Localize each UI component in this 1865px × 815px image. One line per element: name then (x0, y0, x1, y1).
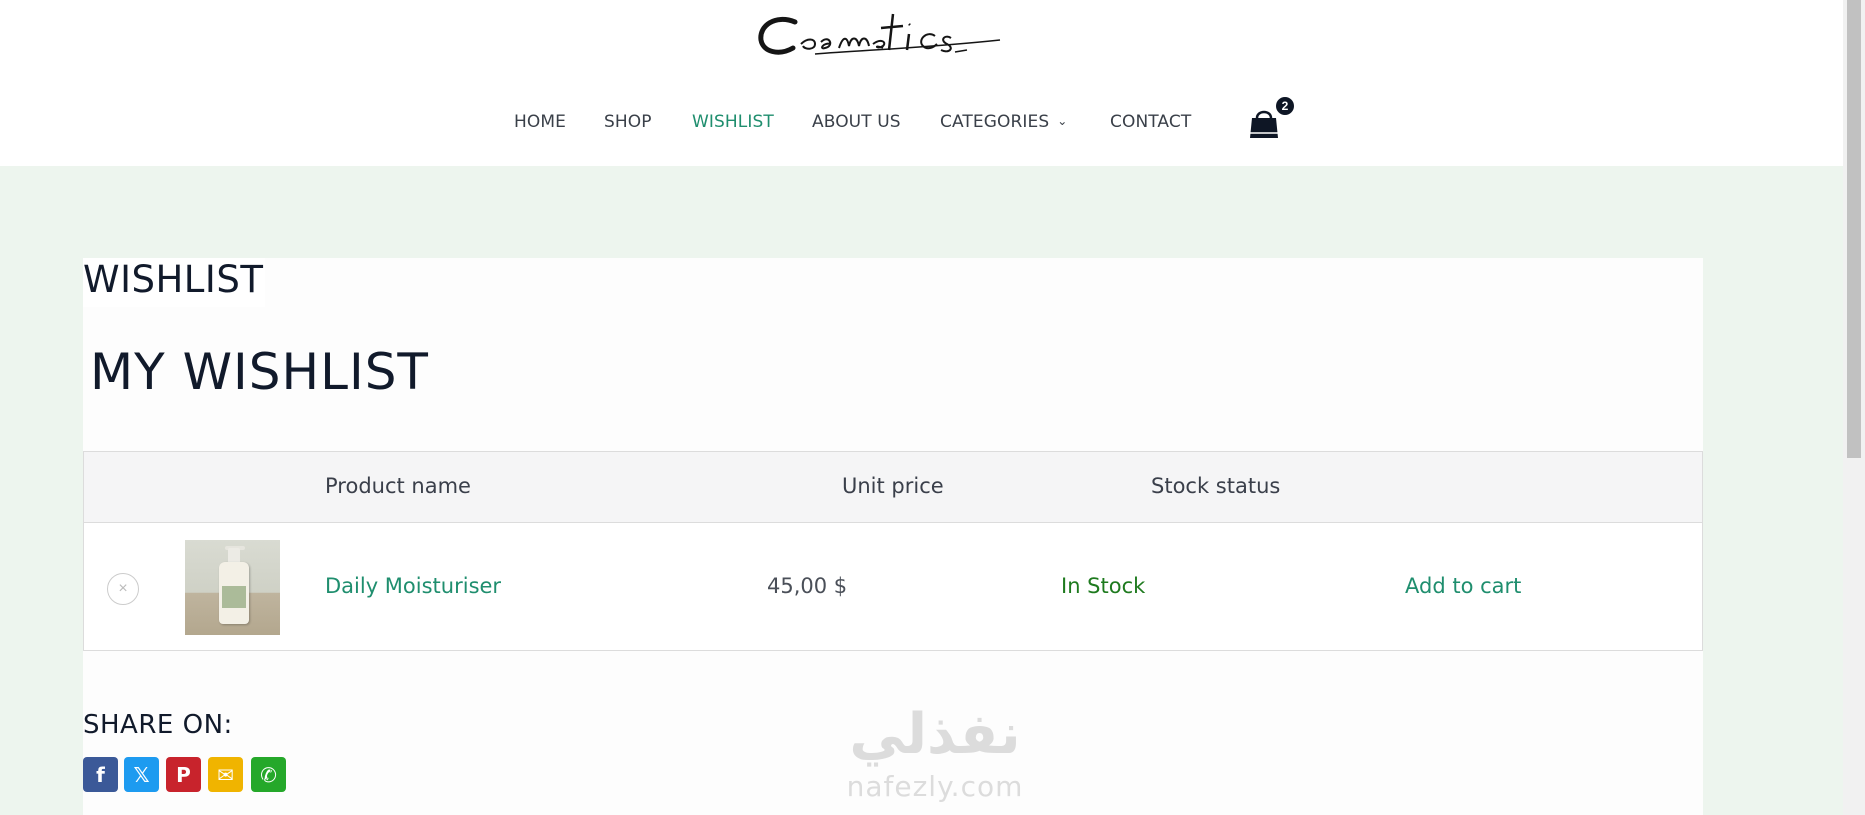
share-whatsapp-button[interactable]: ✆ (251, 757, 286, 792)
chevron-down-icon: ⌄ (1057, 114, 1068, 128)
remove-item-button[interactable]: × (107, 573, 139, 605)
main-navigation: HOME SHOP WISHLIST ABOUT US CATEGORIES ⌄ … (0, 112, 1843, 138)
nav-item-shop[interactable]: SHOP (604, 112, 652, 132)
share-x-button[interactable]: 𝕏 (124, 757, 159, 792)
share-facebook-button[interactable]: f (83, 757, 118, 792)
pinterest-icon: P (176, 762, 191, 787)
column-header-unit-price: Unit price (842, 474, 944, 498)
nav-item-about-us[interactable]: ABOUT US (812, 112, 901, 132)
column-header-product-name: Product name (325, 474, 471, 498)
nav-item-wishlist[interactable]: WISHLIST (692, 112, 774, 132)
site-logo[interactable] (755, 4, 1005, 66)
share-pinterest-button[interactable]: P (166, 757, 201, 792)
page-label: WISHLIST (83, 258, 266, 307)
x-icon: 𝕏 (133, 762, 150, 787)
facebook-icon: f (96, 762, 105, 787)
stock-status: In Stock (1061, 574, 1146, 598)
watermark-arabic-text: نفذلي (849, 702, 1021, 767)
watermark-latin-text: nafezly.com (846, 770, 1024, 803)
email-icon: ✉ (217, 762, 234, 787)
column-header-stock-status: Stock status (1151, 474, 1281, 498)
nav-item-contact[interactable]: CONTACT (1110, 112, 1191, 132)
wishlist-table: Product name Unit price Stock status × D… (83, 451, 1703, 651)
nav-item-categories-label: CATEGORIES (940, 112, 1050, 132)
product-price: 45,00 $ (767, 574, 848, 598)
product-name-link[interactable]: Daily Moisturiser (325, 574, 501, 598)
table-header: Product name Unit price Stock status (84, 452, 1702, 523)
site-header: HOME SHOP WISHLIST ABOUT US CATEGORIES ⌄ … (0, 0, 1843, 166)
whatsapp-icon: ✆ (260, 762, 277, 787)
page-scrollbar-thumb[interactable] (1847, 0, 1861, 458)
nav-item-home[interactable]: HOME (514, 112, 566, 132)
share-email-button[interactable]: ✉ (208, 757, 243, 792)
nav-item-categories[interactable]: CATEGORIES ⌄ (940, 112, 1067, 132)
table-row: × Daily Moisturiser 45,00 $ In Stock Add… (84, 524, 1702, 651)
cart-count-badge: 2 (1274, 95, 1296, 117)
share-title: SHARE ON: (83, 710, 233, 740)
product-thumbnail[interactable] (185, 540, 280, 635)
page-title: MY WISHLIST (90, 343, 429, 401)
cosmetics-logo-icon (758, 13, 1001, 55)
add-to-cart-link[interactable]: Add to cart (1405, 574, 1521, 598)
bottle-label-shape (222, 586, 246, 608)
watermark: نفذلي nafezly.com (825, 700, 1045, 815)
